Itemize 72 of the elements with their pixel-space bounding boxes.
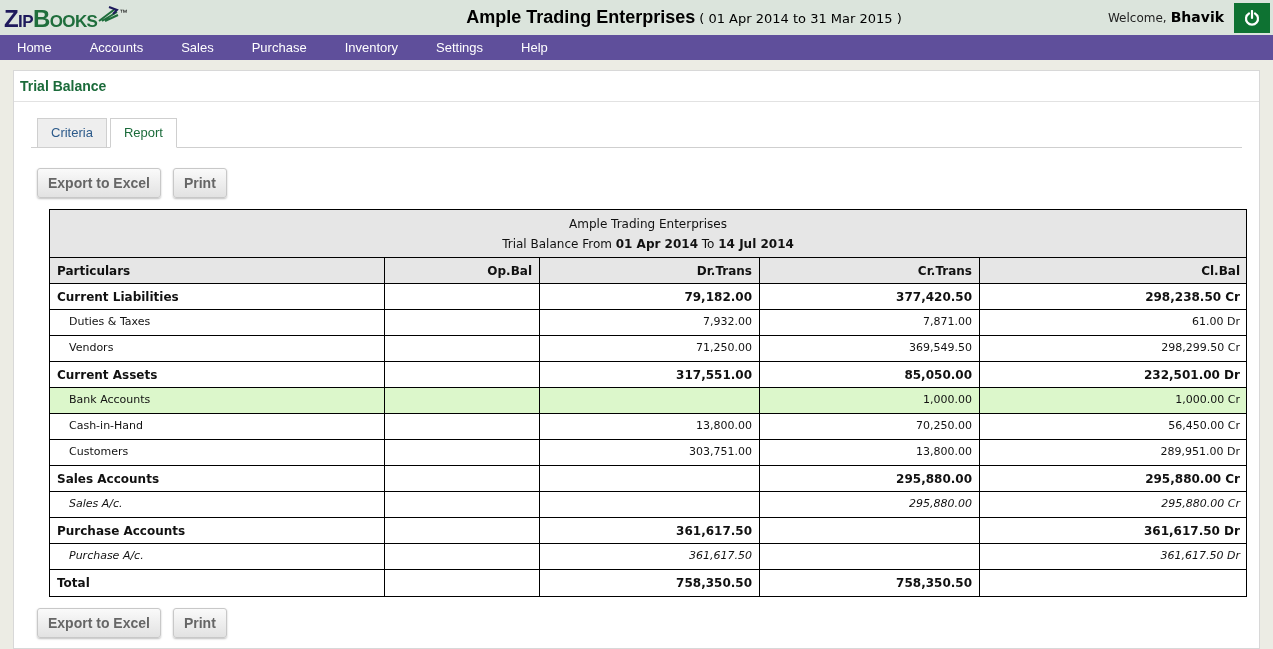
power-icon [1244, 9, 1260, 26]
wings-icon [97, 4, 120, 23]
column-header: Cl.Bal [979, 258, 1247, 283]
table-cell-text: Current Liabilities [56, 288, 180, 306]
tab[interactable]: Report [109, 118, 177, 148]
table-cell: 317,551.00 [539, 362, 759, 387]
report-subtitle: Trial Balance From 01 Apr 2014 To 14 Jul 2014 [502, 236, 794, 253]
table-cell: 232,501.00 Dr [979, 362, 1247, 387]
table-cell-text: Current Assets [56, 366, 159, 384]
table-cell: 369,549.50 [759, 336, 979, 361]
action-button[interactable]: Print [172, 608, 227, 638]
table-cell: 7,932.00 [539, 310, 759, 335]
table-cell: 298,238.50 Cr [979, 284, 1247, 309]
company-title: Ample Trading Enterprises [466, 6, 696, 29]
action-button[interactable]: Print [172, 168, 227, 198]
table-cell-text: Purchase Accounts [56, 522, 187, 540]
welcome-text: Welcome, [1107, 9, 1167, 27]
column-header: Op.Bal [384, 258, 539, 283]
table-cell: 377,420.50 [759, 284, 979, 309]
period-text: ( 01 Apr 2014 to 31 Mar 2015 ) [699, 10, 902, 28]
table-cell: 79,182.00 [539, 284, 759, 309]
table-cell: 295,880.00 Cr [979, 492, 1247, 517]
report-title: Ample Trading Enterprises [569, 216, 727, 233]
table-cell: 85,050.00 [759, 362, 979, 387]
page-title: Trial Balance [20, 76, 107, 96]
table-cell: 13,800.00 [539, 414, 759, 439]
table-cell: 1,000.00 [759, 388, 979, 413]
table-cell-text: Purchase A/c. [68, 548, 145, 565]
nav-link[interactable]: Inventory [327, 37, 416, 58]
action-button[interactable]: Export to Excel [37, 168, 161, 198]
table-cell: 303,751.00 [539, 440, 759, 465]
table-cell: 295,880.00 [759, 492, 979, 517]
table-cell-text: Sales A/c. [68, 496, 124, 513]
nav-link[interactable]: Sales [164, 37, 231, 58]
table-cell: 71,250.00 [539, 336, 759, 361]
table-cell: 295,880.00 Cr [979, 466, 1247, 491]
column-header: Particulars [56, 262, 132, 280]
table-cell: 361,617.50 Dr [979, 544, 1247, 569]
table-cell-text: Sales Accounts [56, 470, 161, 488]
user-name: Bhavik [1170, 8, 1224, 27]
nav-link[interactable]: Settings [419, 37, 501, 58]
table-cell: 361,617.50 Dr [979, 518, 1247, 543]
nav-link[interactable]: Purchase [234, 37, 324, 58]
power-button[interactable] [1234, 2, 1270, 33]
table-cell: 295,880.00 [759, 466, 979, 491]
table-cell: 361,617.50 [539, 518, 759, 543]
table-cell: 13,800.00 [759, 440, 979, 465]
table-cell-text: Total [56, 575, 91, 592]
table-cell-text: Customers [68, 444, 130, 461]
table-cell: 361,617.50 [539, 544, 759, 569]
table-cell: 289,951.00 Dr [979, 440, 1247, 465]
tab[interactable]: Criteria [37, 118, 107, 148]
table-cell: 758,350.50 [539, 570, 759, 596]
action-button[interactable]: Export to Excel [37, 608, 161, 638]
table-cell: 758,350.50 [759, 570, 979, 596]
table-cell: 7,871.00 [759, 310, 979, 335]
column-header: Cr.Trans [759, 258, 979, 283]
trademark: ™ [119, 6, 128, 19]
nav-link[interactable]: Home [0, 37, 69, 58]
logo: ZipBooks [4, 6, 98, 31]
table-cell: 1,000.00 Cr [979, 388, 1247, 413]
table-cell: 298,299.50 Cr [979, 336, 1247, 361]
table-cell: 70,250.00 [759, 414, 979, 439]
table-cell: 61.00 Dr [979, 310, 1247, 335]
column-header: Dr.Trans [539, 258, 759, 283]
nav-link[interactable]: Help [504, 37, 565, 58]
table-cell-text: Bank Accounts [68, 392, 152, 409]
nav-link[interactable]: Accounts [72, 37, 161, 58]
table-cell-text: Vendors [68, 340, 115, 357]
table-cell-text: Duties & Taxes [68, 314, 152, 331]
table-cell-text: Cash-in-Hand [68, 418, 145, 435]
table-cell: 56,450.00 Cr [979, 414, 1247, 439]
